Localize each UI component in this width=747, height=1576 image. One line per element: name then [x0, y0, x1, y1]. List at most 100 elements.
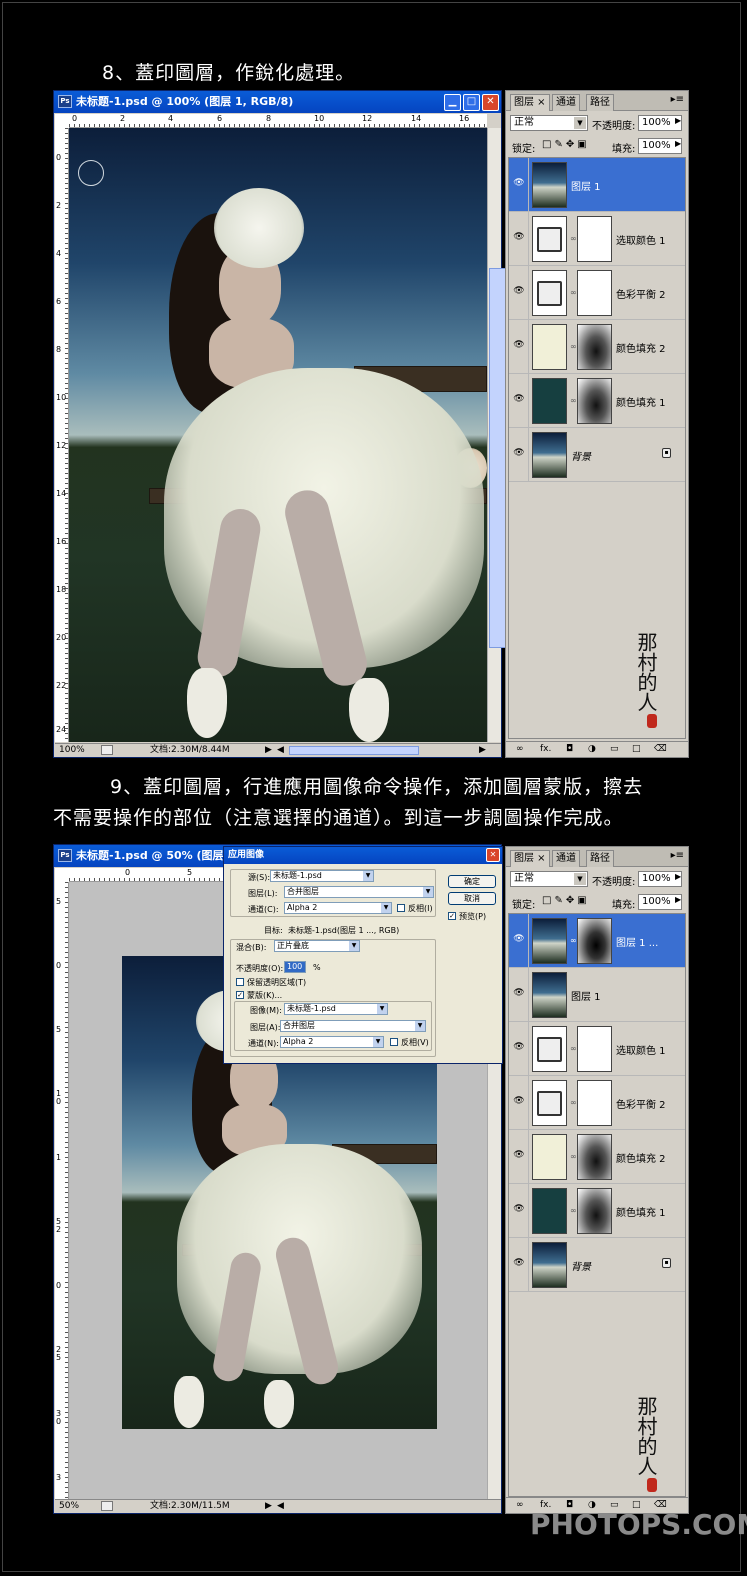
layer-row[interactable]: 👁 ∞ 颜色填充 2: [509, 1130, 685, 1184]
adjustment-thumbnail: [532, 1080, 567, 1126]
ruler-v-label: 5: [56, 1353, 62, 1362]
bride-photo-canvas[interactable]: [69, 128, 487, 742]
eye-icon[interactable]: 👁: [512, 340, 526, 350]
layer-row[interactable]: 👁 图层 1: [509, 968, 685, 1022]
blending-select[interactable]: 正片叠底 ▼: [274, 940, 360, 952]
document-titlebar[interactable]: Ps 未标题-1.psd @ 100% (图层 1, RGB/8) ▁ □ ✕: [54, 91, 501, 113]
cancel-button[interactable]: 取消: [448, 892, 496, 905]
opacity-slider-icon[interactable]: ▶: [675, 872, 681, 881]
eye-icon[interactable]: 👁: [512, 988, 526, 998]
eye-icon[interactable]: 👁: [512, 178, 526, 188]
tab-paths[interactable]: 路径: [586, 94, 614, 111]
scroll-right-icon[interactable]: ▶: [479, 744, 486, 757]
layer-row[interactable]: 👁 图层 1: [509, 158, 685, 212]
blend-mode-select[interactable]: 正常 ▼: [510, 871, 588, 887]
layer-row[interactable]: 👁 ∞ 颜色填充 1: [509, 374, 685, 428]
layer-row[interactable]: 👁 背景 ▪: [509, 1238, 685, 1292]
close-button[interactable]: ✕: [482, 94, 499, 111]
layer-row[interactable]: 👁 ∞ 色彩平衡 2: [509, 1076, 685, 1130]
layer-row[interactable]: 👁 ∞ 选取颜色 1: [509, 212, 685, 266]
eye-icon[interactable]: 👁: [512, 1258, 526, 1268]
maximize-button[interactable]: □: [463, 94, 480, 111]
minimize-button[interactable]: ▁: [444, 94, 461, 111]
apply-image-dialog[interactable]: 应用图像 ✕ 源(S): 未标题-1.psd ▼ 图层(L): 合并图层 ▼ 通道(C…: [223, 846, 503, 1064]
layer-select[interactable]: 合并图层 ▼: [284, 886, 434, 898]
layer-row[interactable]: 👁 ∞ 选取颜色 1: [509, 1022, 685, 1076]
ruler-v-label: 0: [56, 1097, 62, 1106]
eye-icon[interactable]: 👁: [512, 232, 526, 242]
eye-icon[interactable]: 👁: [512, 448, 526, 458]
horizontal-ruler[interactable]: 0 2 4 6 8 10 12 14 16: [69, 114, 487, 128]
dialog-titlebar[interactable]: 应用图像 ✕: [224, 847, 502, 864]
fill-thumbnail: [532, 1134, 567, 1180]
mask-checkbox[interactable]: ✓: [236, 991, 244, 999]
status-menu-icon[interactable]: [101, 1501, 113, 1511]
channel-select[interactable]: Alpha 2 ▼: [284, 902, 392, 914]
trash-icon[interactable]: ⌫: [654, 742, 667, 757]
fx-icon[interactable]: fx.: [540, 742, 551, 757]
dialog-close-button[interactable]: ✕: [486, 848, 500, 862]
new-layer-icon[interactable]: □: [632, 742, 641, 757]
mask-layer-select[interactable]: 合并图层 ▼: [280, 1020, 426, 1032]
mask-image-select[interactable]: 未标题-1.psd ▼: [284, 1003, 388, 1015]
preserve-transparency-checkbox[interactable]: [236, 978, 244, 986]
document-title: 未标题-1.psd @ 100% (图层 1, RGB/8): [76, 95, 294, 108]
ruler-h-label: 14: [411, 114, 422, 123]
link-layers-icon[interactable]: ∞: [516, 1498, 524, 1513]
new-group-icon[interactable]: ▭: [610, 742, 619, 757]
ok-button[interactable]: 确定: [448, 875, 496, 888]
eye-icon[interactable]: 👁: [512, 1096, 526, 1106]
zoom-level[interactable]: 50%: [59, 1500, 79, 1513]
tab-channels[interactable]: 通道: [552, 94, 580, 111]
scroll-left-icon[interactable]: ◀: [277, 744, 284, 757]
status-arrow-icon[interactable]: ▶: [265, 1500, 272, 1513]
panel-menu-icon[interactable]: ▸≡: [671, 850, 684, 861]
tab-layers[interactable]: 图层 ×: [510, 850, 550, 867]
mask-channel-select[interactable]: Alpha 2 ▼: [280, 1036, 384, 1048]
status-menu-icon[interactable]: [101, 745, 113, 755]
eye-icon[interactable]: 👁: [512, 1150, 526, 1160]
add-mask-icon[interactable]: ◘: [566, 742, 573, 757]
mask-invert-checkbox[interactable]: [390, 1038, 398, 1046]
source-select[interactable]: 未标题-1.psd ▼: [270, 870, 374, 882]
vertical-ruler[interactable]: 0 2 4 6 8 10 12 14 16 18 20 22 24: [55, 128, 69, 742]
layer-row[interactable]: 👁 ∞ 颜色填充 1: [509, 1184, 685, 1238]
tab-channels[interactable]: 通道: [552, 850, 580, 867]
eye-icon[interactable]: 👁: [512, 934, 526, 944]
fill-slider-icon[interactable]: ▶: [675, 895, 681, 904]
fill-slider-icon[interactable]: ▶: [675, 139, 681, 148]
status-arrow-icon[interactable]: ▶: [265, 744, 272, 757]
eye-icon[interactable]: 👁: [512, 394, 526, 404]
ruler-h-label: 0: [72, 114, 78, 123]
layer-row[interactable]: 👁 ∞ 色彩平衡 2: [509, 266, 685, 320]
blend-mode-select[interactable]: 正常 ▼: [510, 115, 588, 131]
opacity-slider-icon[interactable]: ▶: [675, 116, 681, 125]
eye-icon[interactable]: 👁: [512, 286, 526, 296]
tab-layers[interactable]: 图层 ×: [510, 94, 550, 111]
lock-icons[interactable]: □✎✥▣: [542, 139, 590, 150]
opacity-input[interactable]: 100: [284, 961, 306, 973]
preview-checkbox[interactable]: ✓: [448, 912, 456, 920]
vertical-scrollbar[interactable]: [487, 128, 524, 742]
vertical-ruler[interactable]: 5 0 5 1 0 1 5 2 0 2 5 3 0 3: [55, 882, 69, 1499]
layer-row[interactable]: 👁 背景 ▪: [509, 428, 685, 482]
layer-row[interactable]: 👁 ∞ 图层 1 ...: [509, 914, 685, 968]
layer-row[interactable]: 👁 ∞ 颜色填充 2: [509, 320, 685, 374]
link-layers-icon[interactable]: ∞: [516, 742, 524, 757]
layers-list[interactable]: 👁 图层 1 👁 ∞ 选取颜色 1 👁 ∞ 色彩平衡 2 👁 ∞ 颜色填充 2 …: [508, 157, 686, 739]
panel-menu-icon[interactable]: ▸≡: [671, 94, 684, 105]
eye-icon[interactable]: 👁: [512, 1042, 526, 1052]
layers-list[interactable]: 👁 ∞ 图层 1 ... 👁 图层 1 👁 ∞ 选取颜色 1 👁 ∞ 色彩平衡 …: [508, 913, 686, 1497]
tab-paths[interactable]: 路径: [586, 850, 614, 867]
horizontal-scroll-thumb[interactable]: [289, 746, 419, 755]
fill-thumbnail: [532, 1188, 567, 1234]
lock-icons[interactable]: □✎✥▣: [542, 895, 590, 906]
adjustment-layer-icon[interactable]: ◑: [588, 742, 596, 757]
mask-thumbnail: [577, 918, 612, 964]
zoom-level[interactable]: 100%: [59, 744, 85, 757]
document-window-step8[interactable]: Ps 未标题-1.psd @ 100% (图层 1, RGB/8) ▁ □ ✕ …: [53, 90, 524, 758]
ruler-corner: [55, 114, 69, 128]
eye-icon[interactable]: 👁: [512, 1204, 526, 1214]
scroll-left-icon[interactable]: ◀: [277, 1500, 284, 1513]
invert-checkbox[interactable]: [397, 904, 405, 912]
